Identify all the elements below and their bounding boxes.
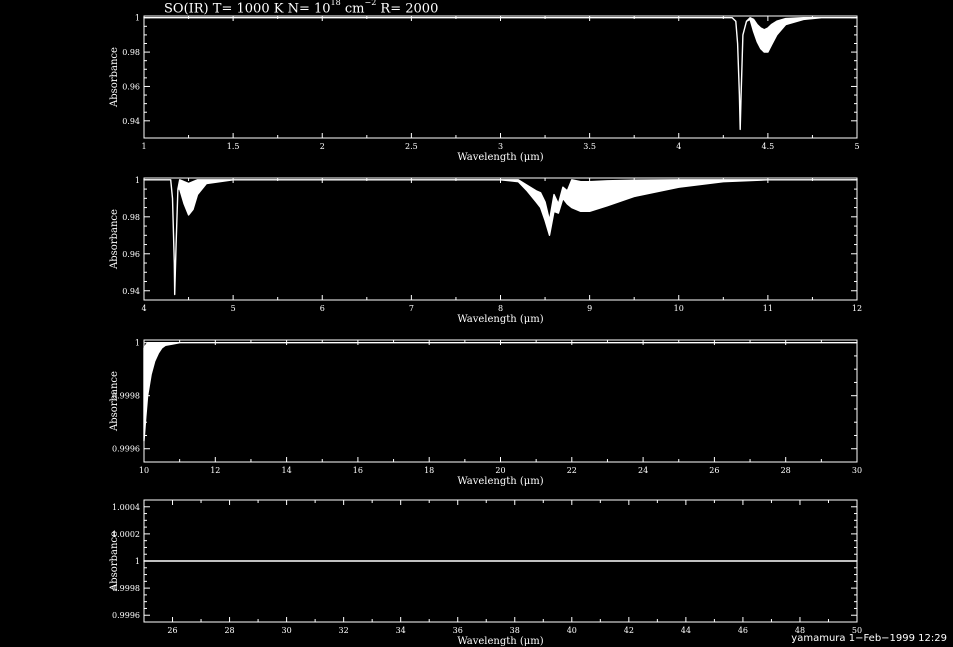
x-axis-label: Wavelength (μm) (457, 152, 543, 163)
y-tick-label: 1.0004 (112, 503, 140, 512)
plot-frame (143, 15, 858, 139)
footer-author: yamamura (791, 633, 846, 644)
x-tick-label: 9 (587, 304, 592, 313)
panel-4: 26 28 30 32 34 36 38 40 42 44 46 48 500.99960.999811… (109, 499, 862, 647)
x-tick-label: 16 (353, 466, 363, 475)
y-tick-label: 0.96 (122, 250, 140, 259)
y-tick-label: 0.94 (122, 287, 140, 296)
series-band (143, 17, 858, 131)
y-tick-label: 0.98 (122, 48, 140, 57)
x-tick-label: 38 (510, 626, 520, 635)
x-tick-label: 1.5 (227, 142, 240, 151)
y-axis-label: Absorbance (109, 371, 120, 432)
x-tick-label: 18 (424, 466, 434, 475)
x-tick-label: 26 (167, 626, 177, 635)
plots-canvas: 1 1.5 2 2.5 3 3.5 4 4.5 5 0.94 0.96 0.98 1 Wavelength… (109, 14, 862, 647)
x-tick-label: 20 (495, 466, 505, 475)
y-tick-label: 0.96 (122, 82, 140, 91)
panel-3: 10 12 14 16 18 20 22 24 26 28 300.99960.99981Wavel… (109, 339, 862, 487)
x-tick-label: 4.5 (762, 142, 775, 151)
x-tick-label: 4 (676, 142, 681, 151)
y-axis-label: Absorbance (109, 209, 120, 270)
y-axis-label: Absorbance (109, 531, 120, 592)
y-tick-label: 0.94 (122, 117, 140, 126)
y-tick-label: 1 (135, 176, 140, 185)
x-tick-label: 30 (852, 466, 862, 475)
series-band (143, 342, 858, 442)
x-tick-label: 26 (709, 466, 719, 475)
x-tick-label: 11 (763, 304, 773, 313)
plot-frame (143, 177, 858, 301)
x-tick-label: 34 (396, 626, 406, 635)
x-tick-label: 32 (339, 626, 349, 635)
x-tick-label: 30 (282, 626, 292, 635)
y-tick-label: 0.9996 (112, 445, 140, 454)
x-tick-label: 10 (674, 304, 684, 313)
x-tick-label: 14 (282, 466, 292, 475)
x-tick-label: 2 (320, 142, 325, 151)
x-tick-label: 1 (141, 142, 146, 151)
x-tick-label: 8 (498, 304, 503, 313)
y-tick-label: 1 (135, 14, 140, 23)
x-tick-label: 46 (738, 626, 748, 635)
x-tick-label: 40 (567, 626, 577, 635)
x-axis-label: Wavelength (μm) (457, 314, 543, 325)
x-tick-label: 12 (210, 466, 220, 475)
x-tick-label: 3 (498, 142, 503, 151)
y-tick-label: 0.9996 (112, 611, 140, 620)
x-tick-label: 42 (624, 626, 634, 635)
x-axis-label: Wavelength (μm) (457, 476, 543, 487)
series-band (143, 179, 858, 296)
x-tick-label: 12 (852, 304, 862, 313)
x-tick-label: 4 (141, 304, 146, 313)
x-tick-label: 6 (320, 304, 325, 313)
x-tick-label: 28 (224, 626, 234, 635)
x-tick-label: 5 (231, 304, 236, 313)
y-tick-label: 0.98 (122, 213, 140, 222)
y-axis-label: Absorbance (109, 47, 120, 108)
x-tick-label: 3.5 (583, 142, 596, 151)
x-tick-label: 36 (453, 626, 463, 635)
footer-credit: yamamura 1−Feb−1999 12:29 (791, 633, 947, 644)
panel-2: 4 5 6 7 8 9 10 11 12 0.94 0.96 0.98 1 Wavelength (μm)… (109, 176, 862, 325)
panel-1: 1 1.5 2 2.5 3 3.5 4 4.5 5 0.94 0.96 0.98 1 Wavelength… (109, 14, 860, 163)
x-tick-label: 44 (681, 626, 691, 635)
x-tick-label: 7 (409, 304, 414, 313)
y-tick-label: 1 (135, 557, 140, 566)
x-tick-label: 24 (638, 466, 648, 475)
y-tick-label: 1 (135, 339, 140, 348)
x-tick-label: 22 (567, 466, 577, 475)
x-axis-label: Wavelength (μm) (457, 636, 543, 647)
plot-frame (143, 339, 858, 463)
footer-date: 1−Feb−1999 12:29 (848, 633, 947, 644)
x-tick-label: 10 (139, 466, 149, 475)
x-tick-label: 28 (781, 466, 791, 475)
x-tick-label: 2.5 (405, 142, 418, 151)
x-tick-label: 5 (854, 142, 859, 151)
